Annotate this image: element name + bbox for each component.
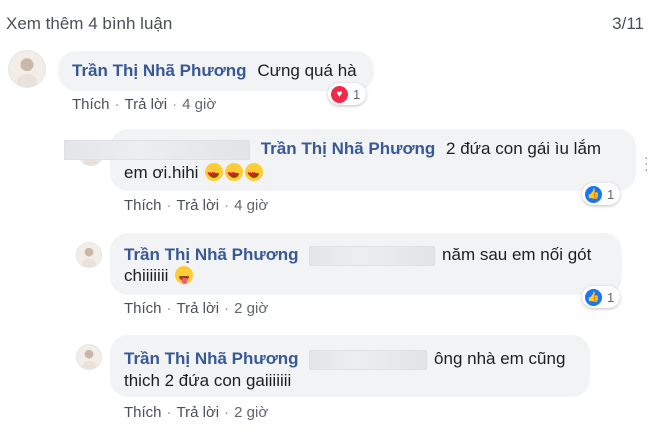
reaction-count: 1 <box>607 289 615 305</box>
separator: · <box>166 300 172 317</box>
like-link[interactable]: Thích <box>72 96 110 113</box>
reaction-badge[interactable]: 👍 1 <box>582 183 621 205</box>
reaction-badge[interactable]: 👍 1 <box>582 286 621 308</box>
comment-time[interactable]: 2 giờ <box>234 300 268 317</box>
reply-link[interactable]: Trả lời <box>177 197 220 214</box>
reaction-count: 1 <box>607 186 615 202</box>
like-icon: 👍 <box>585 185 602 203</box>
separator: · <box>166 404 172 421</box>
avatar[interactable] <box>8 50 46 88</box>
heart-eyes-emoji <box>205 163 224 185</box>
comment-author[interactable]: Trần Thị Nhã Phương <box>124 245 299 264</box>
like-link[interactable]: Thích <box>124 300 162 317</box>
comment-author[interactable]: Trần Thị Nhã Phương <box>72 61 247 80</box>
comment-time[interactable]: 4 giờ <box>182 96 216 113</box>
tongue-emoji <box>175 266 194 284</box>
comment-text-line2: em ơi.hihi <box>124 163 199 182</box>
like-link[interactable]: Thích <box>124 404 162 421</box>
redacted-author-name <box>64 139 250 160</box>
comment-text-line1: 2 đứa con gái ìu lắm <box>446 139 602 158</box>
comment-time[interactable]: 2 giờ <box>234 404 268 421</box>
comment-time[interactable]: 4 giờ <box>234 197 268 214</box>
separator: · <box>172 96 178 113</box>
avatar[interactable] <box>76 242 102 268</box>
reply-link[interactable]: Trả lời <box>177 300 220 317</box>
avatar[interactable] <box>76 344 102 370</box>
redacted-mention <box>309 245 436 266</box>
heart-eyes-emoji <box>245 163 264 185</box>
heart-eyes-emoji <box>225 163 244 185</box>
separator: · <box>224 197 230 214</box>
reaction-badge[interactable]: ♥ 1 <box>328 83 367 105</box>
like-icon: 👍 <box>585 288 602 306</box>
separator: · <box>114 96 120 113</box>
separator: · <box>224 300 230 317</box>
like-link[interactable]: Thích <box>124 197 162 214</box>
heart-icon: ♥ <box>331 85 348 103</box>
separator: · <box>166 197 172 214</box>
comment-text-line1: ông nhà em cũng <box>434 349 566 368</box>
see-more-comments-link[interactable]: Xem thêm 4 bình luận <box>6 14 172 34</box>
comment-text-line1: năm sau em nối gót <box>442 245 592 264</box>
reply-link[interactable]: Trả lời <box>177 404 220 421</box>
reaction-count: 1 <box>353 86 361 102</box>
comment-author[interactable]: Trần Thị Nhã Phương <box>124 349 299 368</box>
comment-text: Cưng quá hà <box>257 61 357 80</box>
separator: · <box>224 404 230 421</box>
more-options-icon[interactable]: · · · <box>644 150 649 176</box>
mentioned-author[interactable]: Trần Thị Nhã Phương <box>261 139 436 158</box>
comment-counter: 3/11 <box>612 14 644 33</box>
comment-text-line2: chiiiiiii <box>124 266 169 285</box>
comment-text-line2: thich 2 đứa con gaiiiiiii <box>124 371 292 390</box>
reply-link[interactable]: Trả lời <box>125 96 168 113</box>
redacted-mention <box>309 349 428 370</box>
